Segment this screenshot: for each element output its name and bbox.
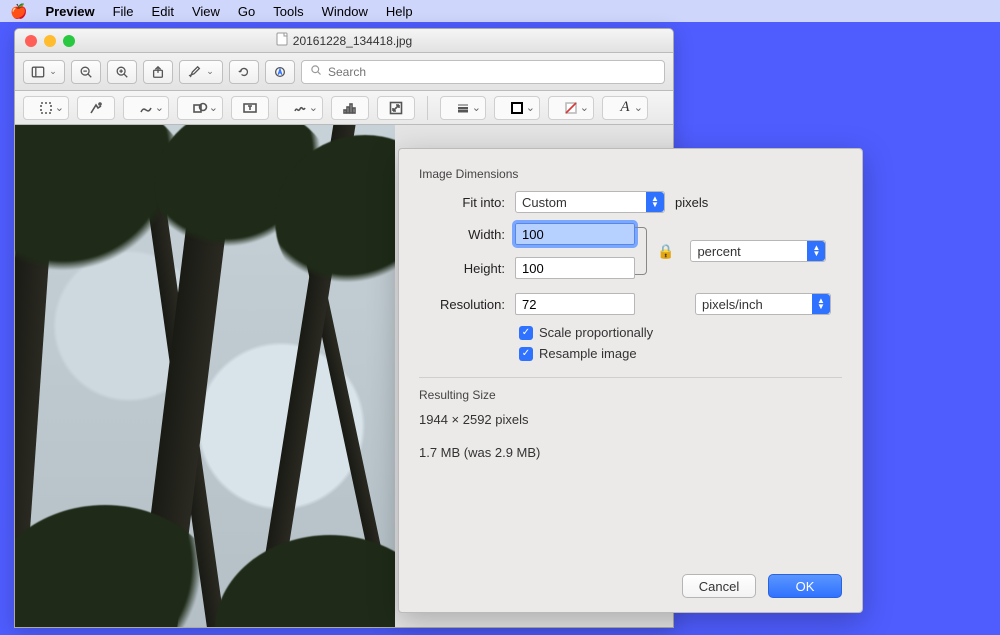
sidebar-toggle-button[interactable]: ⌄ <box>23 60 65 84</box>
adjust-size-button[interactable] <box>377 96 415 120</box>
shapes-tool-button[interactable] <box>177 96 223 120</box>
search-field[interactable] <box>301 60 665 84</box>
window-title: 20161228_134418.jpg <box>293 34 412 48</box>
search-icon <box>310 64 322 79</box>
menu-preview[interactable]: Preview <box>45 4 94 19</box>
search-input[interactable] <box>328 65 656 79</box>
menubar: 🍎 Preview File Edit View Go Tools Window… <box>0 0 1000 22</box>
resulting-filesize: 1.7 MB (was 2.9 MB) <box>419 445 842 460</box>
sign-tool-button[interactable] <box>277 96 323 120</box>
rotate-button[interactable] <box>229 60 259 84</box>
line-style-button[interactable] <box>440 96 486 120</box>
text-tool-button[interactable] <box>231 96 269 120</box>
fit-into-unit: pixels <box>675 195 708 210</box>
resolution-label: Resolution: <box>419 297 505 312</box>
scale-proportionally-label: Scale proportionally <box>539 325 653 340</box>
scale-proportionally-checkbox[interactable]: ✓ <box>519 326 533 340</box>
zoom-out-button[interactable] <box>71 60 101 84</box>
chevron-up-down-icon: ▲▼ <box>812 294 830 314</box>
instant-alpha-button[interactable] <box>77 96 115 120</box>
chevron-up-down-icon: ▲▼ <box>807 241 825 261</box>
lock-icon[interactable]: 🔒 <box>657 243 674 260</box>
image-canvas[interactable] <box>15 125 395 627</box>
wh-unit-select[interactable]: percent ▲▼ <box>690 240 826 262</box>
resulting-dimensions: 1944 × 2592 pixels <box>419 412 842 427</box>
resample-image-label: Resample image <box>539 346 637 361</box>
ok-button[interactable]: OK <box>768 574 842 598</box>
resolution-field[interactable] <box>515 293 635 315</box>
menu-window[interactable]: Window <box>322 4 368 19</box>
fit-into-select[interactable]: Custom ▲▼ <box>515 191 665 213</box>
adjust-color-button[interactable] <box>331 96 369 120</box>
resample-image-checkbox[interactable]: ✓ <box>519 347 533 361</box>
resulting-size-section-label: Resulting Size <box>419 388 842 402</box>
adjust-size-dialog: Image Dimensions Fit into: Custom ▲▼ pix… <box>398 148 863 613</box>
fill-color-button[interactable] <box>548 96 594 120</box>
titlebar[interactable]: 20161228_134418.jpg <box>15 29 673 53</box>
share-button[interactable] <box>143 60 173 84</box>
height-label: Height: <box>419 261 505 276</box>
minimize-button[interactable] <box>44 35 56 47</box>
fit-into-value: Custom <box>522 195 567 210</box>
menu-go[interactable]: Go <box>238 4 255 19</box>
cancel-button[interactable]: Cancel <box>682 574 756 598</box>
width-field[interactable] <box>515 223 635 245</box>
fit-into-label: Fit into: <box>419 195 505 210</box>
menu-help[interactable]: Help <box>386 4 413 19</box>
close-button[interactable] <box>25 35 37 47</box>
markup-button[interactable] <box>265 60 295 84</box>
apple-menu[interactable]: 🍎 <box>10 3 27 20</box>
traffic-lights <box>25 35 75 47</box>
border-color-button[interactable] <box>494 96 540 120</box>
highlight-tool-button[interactable]: ⌄ <box>179 60 223 84</box>
markup-toolbar: A <box>15 91 673 125</box>
menu-view[interactable]: View <box>192 4 220 19</box>
zoom-button[interactable] <box>63 35 75 47</box>
wh-unit-value: percent <box>697 244 740 259</box>
menu-tools[interactable]: Tools <box>273 4 303 19</box>
menu-file[interactable]: File <box>113 4 134 19</box>
main-toolbar: ⌄ ⌄ <box>15 53 673 91</box>
toolbar-divider <box>427 96 428 120</box>
width-label: Width: <box>419 227 505 242</box>
menu-edit[interactable]: Edit <box>152 4 174 19</box>
jpeg-file-icon <box>276 32 288 49</box>
zoom-in-button[interactable] <box>107 60 137 84</box>
resolution-unit-select[interactable]: pixels/inch ▲▼ <box>695 293 831 315</box>
selection-tool-button[interactable] <box>23 96 69 120</box>
resolution-unit-value: pixels/inch <box>702 297 763 312</box>
dimensions-section-label: Image Dimensions <box>419 167 842 181</box>
sketch-tool-button[interactable] <box>123 96 169 120</box>
chevron-up-down-icon: ▲▼ <box>646 192 664 212</box>
link-bracket-icon <box>635 223 653 279</box>
height-field[interactable] <box>515 257 635 279</box>
text-style-button[interactable]: A <box>602 96 648 120</box>
